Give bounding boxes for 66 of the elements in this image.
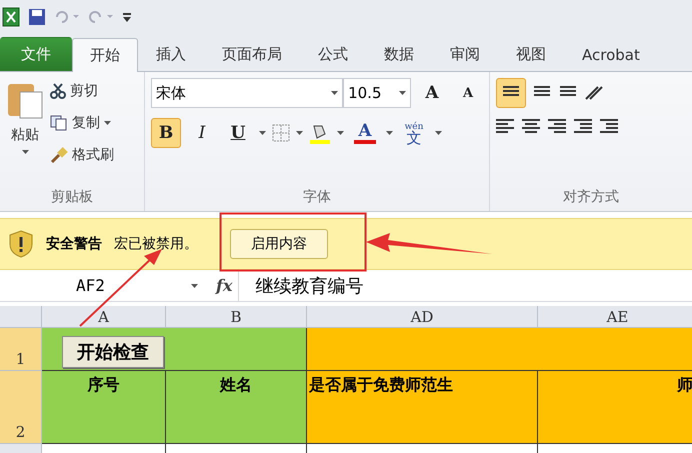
ribbon-tab[interactable]: 视图 xyxy=(498,37,564,71)
name-box[interactable]: AF2 xyxy=(0,270,210,301)
row-header[interactable]: 2 xyxy=(0,371,42,444)
color-bar-icon xyxy=(354,140,376,144)
paste-button[interactable]: 粘贴 xyxy=(11,122,39,148)
bold-button[interactable]: B xyxy=(151,118,181,148)
borders-icon[interactable] xyxy=(272,124,290,142)
column-header[interactable]: A xyxy=(42,306,166,328)
start-check-button[interactable]: 开始检查 xyxy=(62,336,164,368)
dropdown-caret-icon xyxy=(386,131,393,135)
scissors-icon xyxy=(50,83,66,99)
copy-button[interactable]: 复制 xyxy=(50,110,114,136)
dropdown-caret-icon xyxy=(22,150,28,154)
ribbon-tab[interactable]: 开始 xyxy=(72,38,138,72)
save-icon[interactable] xyxy=(28,8,46,26)
dropdown-caret-icon xyxy=(104,121,111,125)
customize-toolbar-icon[interactable] xyxy=(122,11,132,23)
copy-icon xyxy=(50,115,68,131)
row-header[interactable]: 1 xyxy=(0,328,42,371)
ribbon-tab[interactable]: 插入 xyxy=(138,37,204,71)
ribbon-tab[interactable]: 审阅 xyxy=(432,37,498,71)
dropdown-caret-icon xyxy=(191,284,198,288)
column-header[interactable]: AD xyxy=(307,306,538,328)
dropdown-caret-icon xyxy=(337,131,344,135)
fx-label[interactable]: fx xyxy=(210,276,238,295)
group-label: 对齐方式 xyxy=(562,188,620,207)
group-label: 字体 xyxy=(302,188,332,207)
font-color-button[interactable]: A xyxy=(350,118,380,148)
align-left-icon[interactable] xyxy=(496,118,516,134)
decrease-indent-icon[interactable] xyxy=(574,118,594,134)
underline-button[interactable]: U xyxy=(223,118,253,148)
italic-button[interactable]: I xyxy=(187,118,217,148)
format-painter-button[interactable]: 格式刷 xyxy=(50,142,114,168)
ribbon-tab[interactable]: Acrobat xyxy=(564,37,658,71)
phonetic-guide-button[interactable]: wén 文 xyxy=(399,118,429,148)
font-size-field[interactable]: 10.5 xyxy=(343,78,411,108)
table-cell: 是否属于免费师范生 xyxy=(307,371,538,444)
ribbon-tab[interactable]: 公式 xyxy=(300,37,366,71)
top-align-button[interactable] xyxy=(496,78,526,108)
table-cell: 姓名 xyxy=(166,371,307,444)
shield-warning-icon xyxy=(8,230,34,258)
warning-message: 宏已被禁用。 xyxy=(114,235,198,253)
file-tab[interactable]: 文件 xyxy=(0,37,72,71)
enable-content-button[interactable]: 启用内容 xyxy=(230,229,328,259)
grow-font-button[interactable]: A xyxy=(417,78,447,108)
ribbon-tab[interactable]: 数据 xyxy=(366,37,432,71)
paintbrush-icon xyxy=(50,147,68,163)
excel-logo-icon[interactable] xyxy=(2,7,20,27)
font-name-field[interactable]: 宋体 xyxy=(151,78,344,108)
dropdown-caret-icon xyxy=(296,131,303,135)
cut-button[interactable]: 剪切 xyxy=(50,78,114,104)
dropdown-caret-icon xyxy=(399,91,406,95)
formula-field[interactable]: 继续教育编号 xyxy=(238,270,692,301)
increase-indent-icon[interactable] xyxy=(600,118,620,134)
shrink-font-button[interactable]: A xyxy=(453,78,483,108)
dropdown-caret-icon xyxy=(435,131,442,135)
align-center-icon[interactable] xyxy=(522,118,542,134)
align-right-icon[interactable] xyxy=(548,118,568,134)
warning-title: 安全警告 xyxy=(46,235,102,253)
table-cell: 序号 xyxy=(42,371,166,444)
dropdown-caret-icon xyxy=(331,91,338,95)
ribbon-tab[interactable]: 页面布局 xyxy=(204,37,300,71)
column-header[interactable]: B xyxy=(166,306,307,328)
group-label: 剪贴板 xyxy=(50,188,94,207)
dropdown-caret-icon xyxy=(259,131,266,135)
column-header[interactable]: AE xyxy=(538,306,692,328)
